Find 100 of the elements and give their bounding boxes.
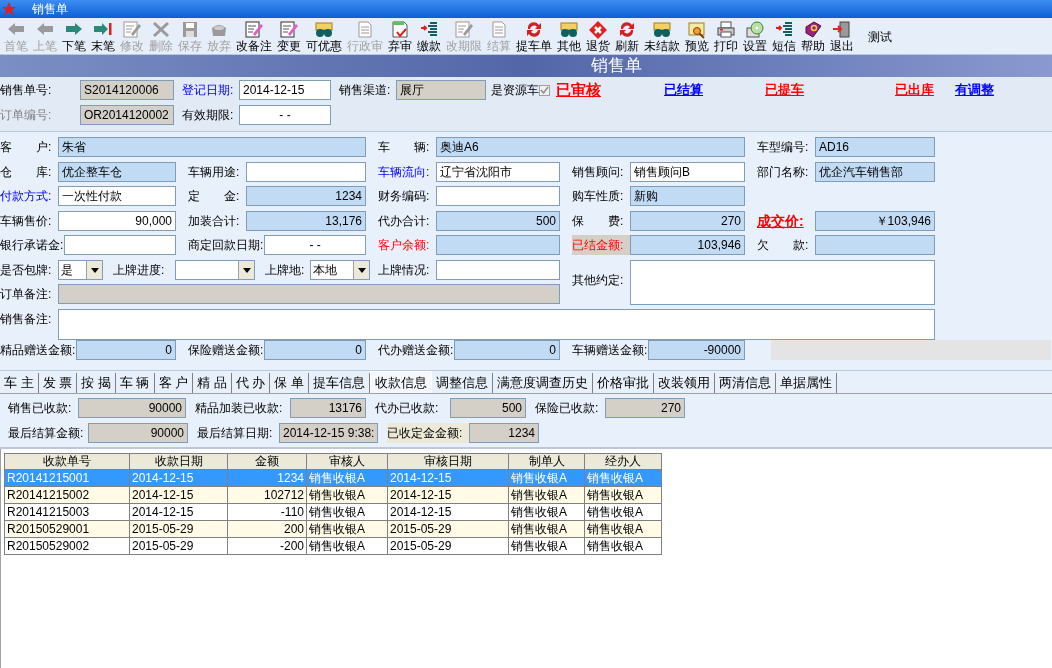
text-field[interactable]: 优企汽车销售部 <box>815 161 935 182</box>
text-field[interactable]: 0 <box>454 339 560 360</box>
status-link[interactable]: 已结算 <box>664 82 703 98</box>
text-field[interactable] <box>436 259 560 280</box>
text-field[interactable]: 销售顾问B <box>630 161 745 182</box>
text-field[interactable]: 奥迪A6 <box>436 137 745 157</box>
text-field[interactable]: 270 <box>605 398 685 418</box>
dropdown[interactable]: 是 <box>58 260 103 280</box>
dropdown[interactable]: 本地 <box>310 260 370 280</box>
column-header[interactable]: 金额 <box>227 453 307 470</box>
text-field[interactable] <box>64 235 176 255</box>
toolbar-button[interactable]: 缴款 <box>416 20 442 54</box>
text-field[interactable]: 500 <box>450 398 526 418</box>
text-field[interactable]: 2014-12-15 <box>239 80 331 100</box>
field-label: 销售备注: <box>0 310 53 328</box>
tab[interactable]: 收款信息 <box>370 371 432 393</box>
pencil-note-icon <box>279 20 299 39</box>
text-field[interactable]: ￥103,946 <box>815 210 935 231</box>
text-field[interactable]: 1234 <box>469 423 539 443</box>
toolbar-button[interactable]: 变更 <box>276 20 302 54</box>
column-header[interactable]: 制单人 <box>508 453 585 470</box>
toolbar-button[interactable]: 未结款 <box>643 20 681 54</box>
table-cell: 销售收银A <box>584 469 662 487</box>
toolbar-button[interactable]: 弃审 <box>387 20 413 54</box>
text-field[interactable]: 朱省 <box>58 137 366 157</box>
column-header[interactable]: 经办人 <box>584 453 662 470</box>
text-field[interactable]: 0 <box>76 339 176 360</box>
toolbar-button[interactable]: 测试 <box>867 20 893 54</box>
checkbox[interactable] <box>539 84 550 96</box>
toolbar-button[interactable]: 提车单 <box>515 20 553 54</box>
text-field[interactable]: AD16 <box>815 137 935 157</box>
field-label: 其他约定: <box>572 271 625 289</box>
field-label: 最后结算日期: <box>197 425 274 442</box>
toolbar-button[interactable]: 帮助 <box>800 20 826 54</box>
table-cell: R20150529001 <box>4 520 130 538</box>
field-label: 销售已收款: <box>8 400 73 417</box>
toolbar-button[interactable]: 可优惠 <box>305 20 343 54</box>
text-field[interactable]: OR2014120002 <box>80 105 174 125</box>
star-icon <box>2 2 16 16</box>
table-cell: 销售收银A <box>306 486 388 504</box>
text-field[interactable]: 500 <box>436 210 560 231</box>
toolbar-button[interactable]: 改备注 <box>235 20 273 54</box>
text-field[interactable]: 优企整车仓 <box>58 161 176 182</box>
toolbar-button[interactable]: 退货 <box>585 20 611 54</box>
dropdown[interactable] <box>175 260 255 280</box>
toolbar-button[interactable]: 末笔 <box>90 20 116 54</box>
text-field[interactable] <box>58 284 560 304</box>
toolbar-button[interactable]: 短信 <box>771 20 797 54</box>
toolbar-button[interactable]: 下笔 <box>61 20 87 54</box>
text-field[interactable]: 90,000 <box>58 210 176 231</box>
text-field[interactable]: -90000 <box>648 339 745 360</box>
text-field[interactable]: 展厅 <box>396 80 486 100</box>
text-area[interactable] <box>630 259 935 305</box>
text-field[interactable]: 90000 <box>88 423 188 443</box>
toolbar-button[interactable]: 其他 <box>556 20 582 54</box>
field-label: 销售渠道: <box>339 82 392 99</box>
status-link[interactable]: 有调整 <box>955 82 994 98</box>
text-field[interactable] <box>436 186 560 206</box>
caret-icon <box>90 267 99 273</box>
field-label: 代办合计: <box>378 212 431 230</box>
text-field[interactable]: 103,946 <box>630 235 745 255</box>
field-label: 购车性质: <box>572 188 625 205</box>
column-header[interactable]: 收款日期 <box>129 453 228 470</box>
column-header[interactable]: 审核人 <box>306 453 388 470</box>
text-field[interactable]: 0 <box>264 339 366 360</box>
toolbar-button[interactable]: 打印 <box>713 20 739 54</box>
field-label: 车 辆: <box>378 139 431 156</box>
field-label: 车辆赠送金额: <box>572 341 649 359</box>
field-label: 销售顾问: <box>572 163 625 181</box>
field-label: 销售单号: <box>0 82 53 99</box>
text-field[interactable] <box>815 235 935 255</box>
toolbar-button[interactable]: 退出 <box>829 20 855 54</box>
text-field[interactable]: 2014-12-15 9:38: <box>279 423 378 443</box>
table-cell: 1234 <box>227 469 307 487</box>
table-cell: -200 <box>227 537 307 555</box>
text-field[interactable]: - - <box>239 105 331 125</box>
text-field[interactable]: 辽宁省沈阳市 <box>436 161 560 182</box>
text-field[interactable]: 270 <box>630 210 745 231</box>
text-area[interactable] <box>58 308 935 340</box>
text-field[interactable]: 90000 <box>78 398 186 418</box>
field-label: 上牌进度: <box>113 262 166 279</box>
text-field[interactable]: 13,176 <box>246 210 366 231</box>
printer-icon <box>716 20 736 39</box>
column-header[interactable]: 收款单号 <box>4 453 130 470</box>
text-field[interactable] <box>436 235 560 255</box>
text-field[interactable] <box>246 161 366 182</box>
toolbar-button[interactable]: 刷新 <box>614 20 640 54</box>
text-field[interactable]: 1234 <box>246 186 366 206</box>
diamond-x-icon <box>588 20 608 39</box>
text-field[interactable]: 一次性付款 <box>58 186 176 206</box>
column-header[interactable]: 审核日期 <box>387 453 509 470</box>
pencil-note-icon <box>244 20 264 39</box>
toolbar-button[interactable]: 设置 <box>742 20 768 54</box>
document-icon <box>489 20 509 39</box>
text-field[interactable]: 13176 <box>290 398 366 418</box>
text-field[interactable]: - - <box>264 235 366 255</box>
pencil-note-icon <box>122 20 142 39</box>
text-field[interactable]: 新购 <box>630 186 745 206</box>
toolbar-button[interactable]: 预览 <box>684 20 710 54</box>
text-field[interactable]: S2014120006 <box>80 80 174 100</box>
